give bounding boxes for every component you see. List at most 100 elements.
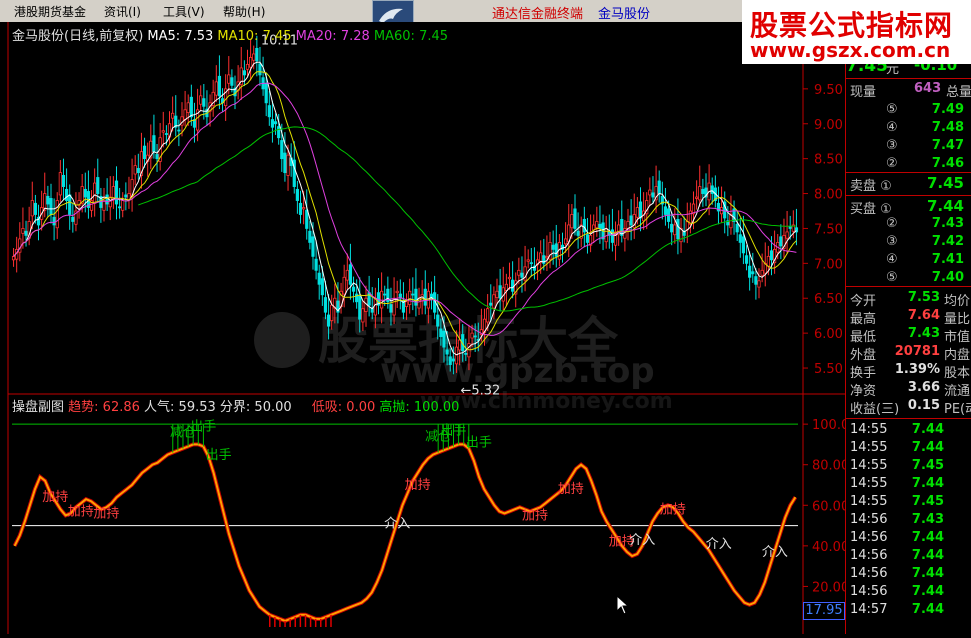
signal-label: 出手 [206,448,232,463]
candle-body [202,98,206,107]
candle-body [21,228,25,234]
tick-row: 14:55 7.44 [846,440,971,458]
site-logo: 股票公式指标网 www.gszx.com.cn [742,0,971,64]
candle-body [105,194,109,205]
candle-body [214,81,218,96]
tick-row: 14:55 7.44 [846,422,971,440]
tick-time: 14:57 [850,602,888,617]
sell1-price: 7.45 [926,174,964,192]
sell-level-4-label: ④ [886,120,898,135]
stat-right-label: 均价 [944,294,971,309]
candle-body [108,196,112,208]
candle-body [520,272,524,278]
candle-body [748,265,752,278]
candle-body [302,207,306,210]
stat-label: 净资 [850,384,877,399]
candle-body [323,297,328,313]
candle-body [61,175,66,187]
stat-row: 最高 7.64 量比 [846,308,971,327]
sell1-row: 卖盘 ① 7.45 [846,174,971,194]
stat-value: 3.66 [907,380,940,395]
candle-body [573,208,577,229]
candle-body [267,105,271,118]
candle-body [389,304,393,313]
candle-body [93,182,97,204]
buy-level-2-price: 7.43 [931,216,964,231]
candle-body [152,135,156,153]
tick-row: 14:56 7.44 [846,584,971,602]
candle-body [788,225,792,229]
candle-body [24,230,28,236]
sub-tick-label: 40.00 [812,540,845,555]
menu-item-help[interactable]: 帮助(H) [223,3,265,20]
candle-body [663,206,668,215]
candle-body [779,236,783,247]
candle-body [570,214,574,229]
tick-row: 14:56 7.43 [846,512,971,530]
chart-area[interactable]: 股票指标大全 www.gpzb.top www.chnmoney.com 9.5… [0,22,858,634]
candle-body [545,255,549,259]
tick-row: 14:55 7.45 [846,494,971,512]
buy-level-5-price: 7.40 [931,270,964,285]
signal-label: 加持 [42,490,68,505]
stat-value: 20781 [894,344,940,359]
volume-label: 现量 [850,85,877,100]
buy-level-5-label: ⑤ [886,270,898,285]
chart-canvas[interactable]: 股票指标大全 www.gpzb.top www.chnmoney.com 9.5… [0,22,858,634]
tick-time: 14:55 [850,440,888,455]
candle-body [673,224,677,236]
candle-body [470,332,474,339]
tick-time: 14:55 [850,476,888,491]
signal-label: 出手 [466,436,492,451]
stat-label: 外盘 [850,348,877,363]
candle-body [342,276,346,295]
candle-body [785,231,789,239]
signal-label: 介入 [384,517,410,532]
candle-body [314,258,318,271]
candle-body [670,223,674,233]
candle-body [71,216,75,222]
buy-level-3-label: ③ [886,234,898,249]
sell-level-3-label: ③ [886,138,898,153]
tick-time: 14:56 [850,530,888,545]
candle-body [464,352,468,355]
buy-level-4-label: ④ [886,252,898,267]
stat-row: 换手 1.39% 股本 [846,362,971,381]
legend-ma20: MA20: 7.28 [295,29,370,44]
candle-body [183,109,187,120]
signal-label: 介入 [629,533,655,548]
candle-body [610,229,615,243]
stat-value: 7.43 [907,326,940,341]
stat-right-label: 股本 [944,366,971,381]
candle-body [270,119,275,128]
candle-body [629,215,633,226]
buy-level-4-price: 7.41 [931,252,964,267]
stat-right-label: PE(动) [944,402,971,417]
candle-body [492,294,496,309]
menu-item-hk-futures-funds[interactable]: 港股期货基金 [14,3,86,20]
candle-body [442,330,446,348]
sub-tick-label: 80.00 [812,459,845,474]
candle-body [46,195,50,205]
menu-item-tools[interactable]: 工具(V) [163,3,205,20]
candle-body [576,230,580,236]
candle-body [744,255,749,264]
stat-right-label: 市值 [944,330,971,345]
stat-row: 收益(三) 0.15 PE(动) [846,398,971,417]
menu-item-news[interactable]: 资讯(I) [104,3,141,20]
legend-ma5: MA5: 7.53 [147,29,214,44]
candle-body [757,280,761,288]
candle-body [351,286,356,292]
stat-label: 换手 [850,366,877,381]
candle-body [735,223,739,233]
candle-body [701,188,705,194]
main-chart-title: 金马股份(日线,前复权) [12,29,144,44]
stat-value: 7.53 [907,290,940,305]
candle-body [345,269,349,281]
candle-body [326,314,331,327]
buy-level-3: ③ 7.42 [846,234,971,252]
sell-level-2-price: 7.46 [931,156,964,171]
signal-label: 介入 [706,537,732,552]
tick-row: 14:56 7.44 [846,548,971,566]
candle-body [30,200,34,217]
